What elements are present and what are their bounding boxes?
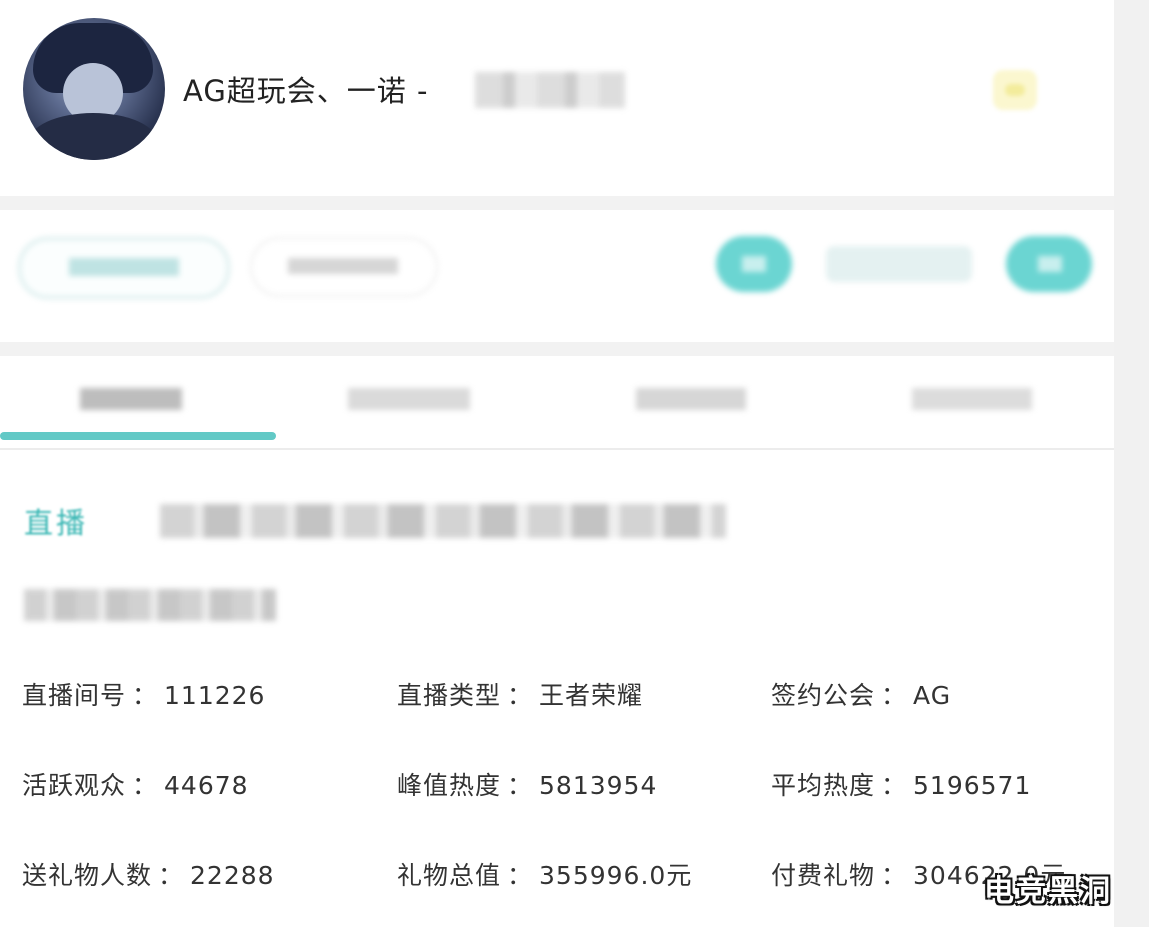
tab-2[interactable] (348, 388, 470, 410)
stat-separator: ： (507, 861, 534, 890)
section-divider (0, 342, 1114, 356)
section-divider (0, 196, 1114, 210)
stat-value: AG (913, 681, 952, 710)
avatar[interactable] (23, 18, 165, 160)
stat-average-heat: 平均热度： 5196571 (771, 766, 1031, 802)
active-tab-indicator (0, 432, 276, 440)
stat-value: 王者荣耀 (539, 681, 644, 710)
action-button-1[interactable] (18, 237, 230, 299)
redacted-label (288, 258, 398, 274)
redacted-label (1038, 256, 1062, 272)
stat-active-viewers: 活跃观众： 44678 (22, 766, 249, 802)
action-info-redacted (826, 246, 972, 282)
redacted-label (742, 256, 766, 272)
stat-value: 22288 (190, 861, 275, 890)
redacted-label (69, 258, 179, 276)
watermark: 电竞黑洞 (984, 874, 1112, 909)
stat-label: 直播类型 (397, 681, 502, 710)
stat-value: 5196571 (913, 771, 1032, 800)
stat-label: 直播间号 (22, 681, 127, 710)
stat-separator: ： (132, 681, 159, 710)
action-row (0, 210, 1114, 342)
stat-separator: ： (881, 681, 908, 710)
stat-peak-heat: 峰值热度： 5813954 (397, 766, 657, 802)
stat-label: 平均热度 (771, 771, 876, 800)
stat-value: 111226 (164, 681, 266, 710)
tab-1[interactable] (80, 388, 182, 410)
stat-label: 付费礼物 (771, 861, 876, 890)
stat-separator: ： (158, 861, 185, 890)
live-status-label: 直播 (24, 506, 89, 540)
stat-gift-total: 礼物总值： 355996.0元 (397, 856, 692, 892)
tab-4[interactable] (912, 388, 1032, 410)
stat-separator: ： (132, 771, 159, 800)
redacted-name-suffix (475, 72, 625, 108)
redacted-live-title (160, 504, 726, 538)
stat-live-type: 直播类型：王者荣耀 (397, 676, 643, 712)
redacted-live-time (24, 589, 276, 621)
action-button-3[interactable] (716, 236, 792, 292)
tab-3[interactable] (636, 388, 746, 410)
stat-value: 5813954 (539, 771, 658, 800)
streamer-name: AG超玩会、一诺 - (183, 74, 429, 108)
stat-label: 送礼物人数 (22, 861, 153, 890)
stat-separator: ： (507, 771, 534, 800)
stat-gift-senders: 送礼物人数： 22288 (22, 856, 275, 892)
stat-separator: ： (881, 771, 908, 800)
stat-room-number: 直播间号： 111226 (22, 676, 265, 712)
stat-label: 签约公会 (771, 681, 876, 710)
action-button-4[interactable] (1006, 236, 1092, 292)
right-gutter (1114, 0, 1149, 927)
stat-separator: ： (881, 861, 908, 890)
badge-icon[interactable] (993, 70, 1037, 110)
streamer-header: AG超玩会、一诺 - (0, 0, 1114, 196)
stat-guild: 签约公会： AG (771, 676, 951, 712)
avatar-body (28, 113, 158, 160)
action-button-2[interactable] (250, 237, 438, 297)
stat-value: 355996.0元 (539, 861, 693, 890)
stat-value: 44678 (164, 771, 249, 800)
stat-label: 峰值热度 (397, 771, 502, 800)
stat-label: 活跃观众 (22, 771, 127, 800)
stat-separator: ： (507, 681, 534, 710)
stat-label: 礼物总值 (397, 861, 502, 890)
tab-bar (0, 356, 1114, 450)
